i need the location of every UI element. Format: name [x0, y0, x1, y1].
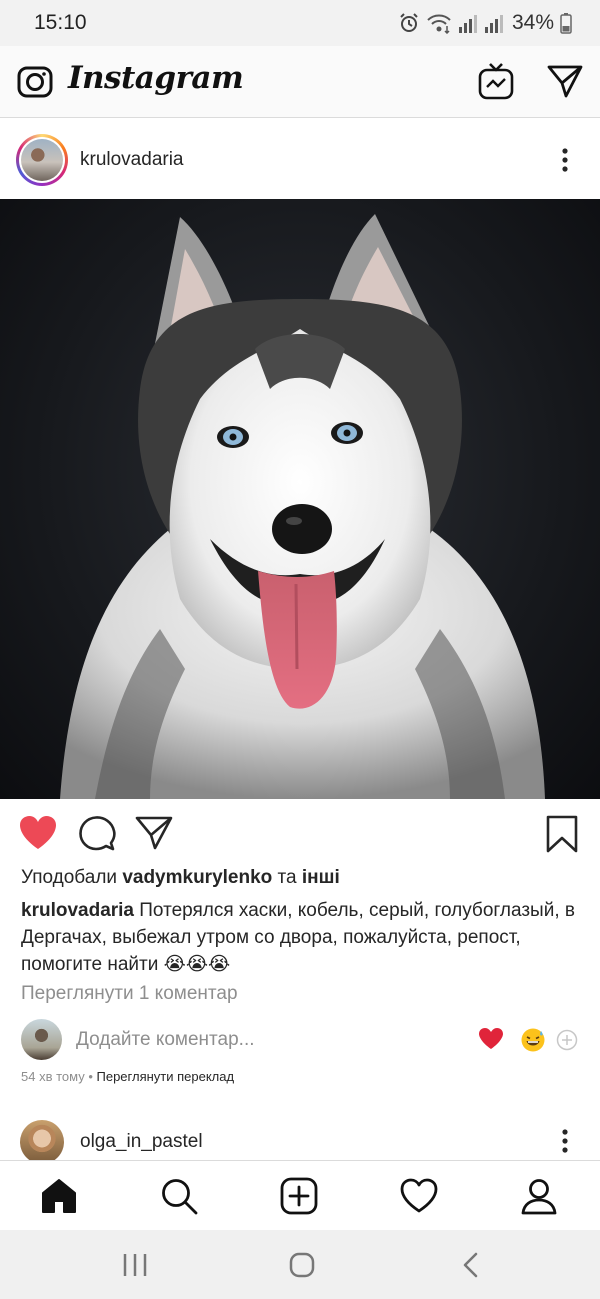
wifi-icon: [426, 12, 452, 34]
post-meta: 54 хв тому • Переглянути переклад: [21, 1069, 234, 1084]
more-options-icon: [555, 1128, 575, 1154]
igtv-button[interactable]: [477, 61, 515, 101]
status-icons: 34%: [398, 10, 572, 36]
share-button[interactable]: [134, 814, 174, 852]
igtv-icon: [477, 61, 515, 101]
nav-profile[interactable]: [519, 1176, 559, 1216]
next-post-header: olga_in_pastel: [0, 1112, 600, 1160]
nav-home[interactable]: [39, 1176, 79, 1216]
battery-percent: 34%: [511, 11, 554, 34]
nav-search[interactable]: [159, 1176, 199, 1216]
view-comments-link[interactable]: Переглянути 1 коментар: [21, 983, 238, 1005]
bottom-nav: [0, 1160, 600, 1230]
meta-separator: •: [84, 1069, 97, 1084]
battery-icon: [560, 12, 572, 34]
add-comment-row: [0, 1015, 600, 1065]
quick-reaction-laugh[interactable]: [520, 1027, 546, 1053]
system-home-button[interactable]: [287, 1250, 317, 1280]
husky-photo: [60, 214, 545, 799]
direct-message-button[interactable]: [546, 63, 584, 99]
back-icon: [456, 1250, 486, 1280]
avatar[interactable]: [16, 134, 68, 186]
likes-summary: Уподобали vadymkurylenko та інші: [21, 867, 340, 889]
brand-logo: Instagram: [68, 60, 244, 96]
camera-icon: [16, 64, 54, 100]
avatar-image: [21, 139, 63, 181]
activity-heart-icon: [399, 1176, 439, 1216]
post-photo[interactable]: [0, 199, 600, 799]
grinning-sweat-emoji-icon: [520, 1027, 546, 1053]
add-post-icon: [279, 1176, 319, 1216]
likes-middle: та: [272, 867, 302, 888]
translate-link[interactable]: Переглянути переклад: [97, 1069, 235, 1084]
likes-prefix: Уподобали: [21, 867, 123, 888]
post-divider: [0, 1097, 600, 1111]
app-header: Instagram: [0, 46, 600, 118]
search-icon: [159, 1176, 199, 1216]
post-header: krulovadaria: [0, 119, 600, 199]
heart-filled-icon: [18, 814, 58, 852]
camera-button[interactable]: [16, 64, 54, 100]
send-icon: [134, 814, 174, 852]
bookmark-icon: [544, 814, 580, 854]
home-pill-icon: [287, 1250, 317, 1280]
post-time-ago: 54 хв тому: [21, 1069, 85, 1084]
likes-others[interactable]: інші: [302, 867, 340, 888]
quick-reaction-heart[interactable]: [478, 1027, 504, 1051]
status-time: 15:10: [34, 11, 87, 34]
like-button[interactable]: [18, 814, 58, 852]
next-post-options-button[interactable]: [555, 1128, 575, 1154]
nav-new-post[interactable]: [279, 1176, 319, 1216]
signal-icon: [458, 12, 478, 34]
system-back-button[interactable]: [456, 1250, 486, 1280]
home-icon: [39, 1176, 79, 1216]
status-bar: 15:10 34%: [0, 0, 600, 46]
post-caption: krulovadaria Потерялся хаски, кобель, се…: [21, 897, 581, 978]
nav-activity[interactable]: [399, 1176, 439, 1216]
next-post-avatar[interactable]: [20, 1120, 64, 1160]
alarm-icon: [398, 12, 420, 34]
caption-username[interactable]: krulovadaria: [21, 900, 134, 921]
direct-message-icon: [546, 63, 584, 99]
profile-icon: [519, 1176, 559, 1216]
signal-icon: [484, 12, 504, 34]
add-circle-icon: [556, 1029, 578, 1051]
more-options-icon: [555, 147, 575, 173]
post-username[interactable]: krulovadaria: [80, 149, 184, 171]
next-post-username[interactable]: olga_in_pastel: [80, 1131, 203, 1153]
recents-icon: [120, 1250, 150, 1280]
current-user-avatar: [21, 1019, 62, 1060]
likes-user[interactable]: vadymkurylenko: [122, 867, 272, 888]
heart-emoji-icon: [478, 1027, 504, 1051]
comment-icon: [78, 814, 116, 852]
system-nav: [0, 1230, 600, 1299]
comment-button[interactable]: [78, 814, 116, 852]
comment-input[interactable]: [76, 1029, 456, 1051]
system-recents-button[interactable]: [120, 1250, 150, 1280]
more-reactions-button[interactable]: [556, 1029, 578, 1051]
save-button[interactable]: [544, 814, 580, 854]
post-actions: [0, 806, 600, 860]
post-options-button[interactable]: [555, 147, 575, 173]
